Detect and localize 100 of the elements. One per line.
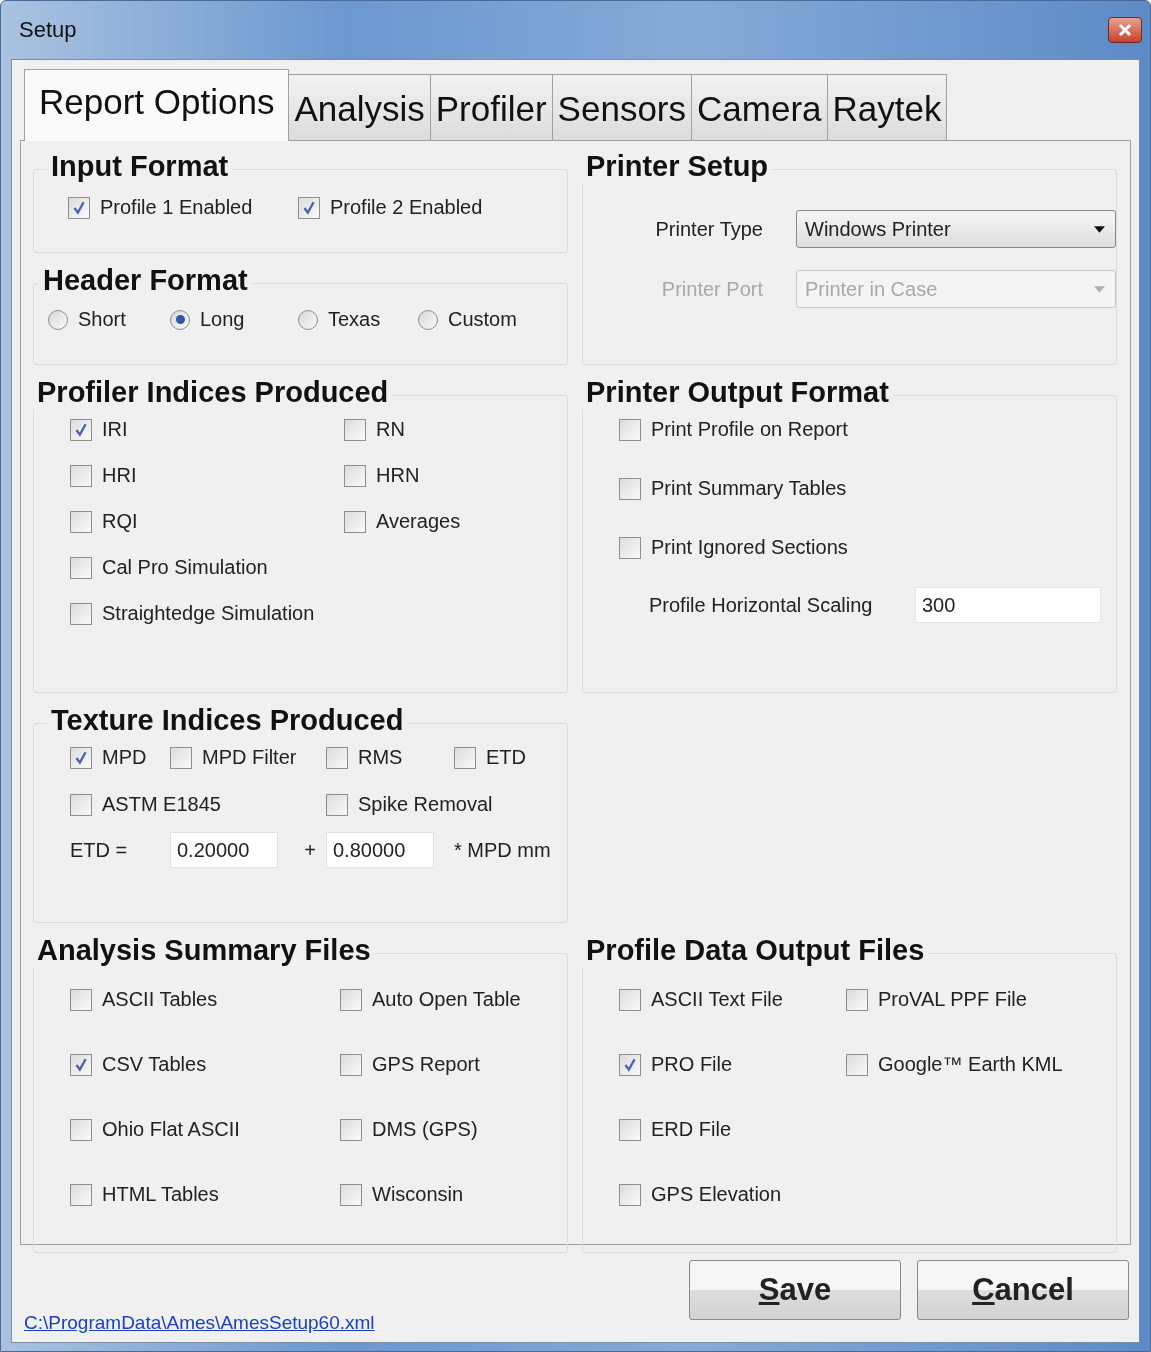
checkbox-label: HRN	[376, 464, 420, 487]
checkbox[interactable]	[70, 556, 92, 579]
checkbox[interactable]	[846, 1053, 868, 1076]
checkmark-icon	[73, 749, 89, 766]
checkbox[interactable]	[70, 1183, 92, 1206]
checkbox-label: CSV Tables	[102, 1053, 207, 1076]
field-label: * MPD mm	[454, 838, 551, 862]
window-title: Setup	[18, 17, 77, 43]
checkbox-label: MPD Filter	[202, 746, 297, 769]
caret-icon	[1094, 285, 1105, 293]
checkbox[interactable]	[846, 988, 868, 1011]
checkbox[interactable]	[70, 1053, 92, 1076]
file-path-link[interactable]: C:\ProgramData\Ames\AmesSetup60.xml	[24, 1312, 375, 1334]
checkbox[interactable]	[70, 988, 92, 1011]
checkbox[interactable]	[298, 196, 320, 219]
checkbox-label: ERD File	[651, 1118, 731, 1141]
close-icon	[1118, 24, 1132, 36]
checkbox[interactable]	[340, 1053, 362, 1076]
dialog-button[interactable]: Cancel	[917, 1260, 1129, 1320]
field-label: ETD =	[70, 838, 128, 862]
checkbox-label: ProVAL PPF File	[878, 988, 1027, 1011]
checkbox-label: IRI	[102, 418, 128, 441]
close-button[interactable]	[1108, 17, 1142, 43]
checkbox[interactable]	[70, 793, 92, 816]
checkbox-label: ASTM E1845	[102, 793, 221, 816]
checkbox-label: Wisconsin	[372, 1183, 464, 1206]
checkbox[interactable]	[619, 418, 641, 441]
radio-label: Custom	[448, 308, 517, 331]
checkbox[interactable]	[454, 746, 476, 769]
tab[interactable]: Raytek	[826, 74, 948, 140]
checkbox[interactable]	[340, 1118, 362, 1141]
radio-button[interactable]	[48, 309, 68, 330]
checkbox-label: MPD	[102, 746, 147, 769]
checkbox[interactable]	[70, 464, 92, 487]
checkmark-icon	[71, 199, 87, 216]
checkbox-label: Auto Open Table	[372, 988, 521, 1011]
radio-label: Texas	[328, 308, 381, 331]
checkbox-label: Profile 1 Enabled	[100, 196, 253, 219]
checkbox-label: Print Summary Tables	[651, 477, 847, 500]
checkbox[interactable]	[70, 510, 92, 533]
checkbox[interactable]	[619, 477, 641, 500]
checkbox-label: RQI	[102, 510, 138, 533]
checkbox[interactable]	[619, 536, 641, 559]
checkbox-label: HTML Tables	[102, 1183, 219, 1206]
checkmark-icon	[73, 421, 89, 438]
input-field[interactable]: 0.20000	[170, 832, 278, 868]
radio-button[interactable]	[298, 309, 318, 330]
checkbox[interactable]	[340, 988, 362, 1011]
checkbox[interactable]	[70, 418, 92, 441]
checkbox[interactable]	[68, 196, 90, 219]
radio-label: Long	[200, 308, 245, 331]
checkbox-label: Cal Pro Simulation	[102, 556, 268, 579]
checkbox-label: ETD	[486, 746, 526, 769]
checkbox[interactable]	[70, 602, 92, 625]
checkbox-label: PRO File	[651, 1053, 733, 1076]
field-label: +	[304, 838, 316, 862]
checkbox[interactable]	[619, 1053, 641, 1076]
checkbox[interactable]	[170, 746, 192, 769]
field-label: Printer Type	[655, 217, 763, 241]
dialog-button[interactable]: Save	[689, 1260, 901, 1320]
checkbox[interactable]	[70, 746, 92, 769]
checkbox-label: DMS (GPS)	[372, 1118, 478, 1141]
field-label: Printer Port	[661, 277, 763, 301]
checkbox-label: Print Ignored Sections	[651, 536, 848, 559]
caret-icon	[1094, 225, 1105, 233]
checkbox[interactable]	[326, 793, 348, 816]
checkbox-label: ASCII Tables	[102, 988, 218, 1011]
checkbox[interactable]	[340, 1183, 362, 1206]
checkmark-icon	[301, 199, 317, 216]
checkbox[interactable]	[344, 510, 366, 533]
dropdown[interactable]: Windows Printer	[796, 210, 1116, 248]
checkbox-label: Straightedge Simulation	[102, 602, 315, 625]
checkbox[interactable]	[619, 1118, 641, 1141]
checkmark-icon	[622, 1056, 638, 1073]
tab[interactable]: Analysis	[288, 74, 431, 140]
radio-label: Short	[78, 308, 126, 331]
checkbox-label: ASCII Text File	[651, 988, 783, 1011]
checkbox-label: Google™ Earth KML	[878, 1053, 1063, 1076]
checkbox[interactable]	[326, 746, 348, 769]
checkbox-label: Ohio Flat ASCII	[102, 1118, 240, 1141]
input-field[interactable]: 300	[915, 587, 1101, 623]
tab[interactable]: Profiler	[429, 74, 553, 140]
radio-button[interactable]	[170, 309, 190, 330]
checkbox[interactable]	[619, 988, 641, 1011]
checkbox-label: Print Profile on Report	[651, 418, 848, 441]
checkbox-label: Averages	[376, 510, 461, 533]
input-field[interactable]: 0.80000	[326, 832, 434, 868]
field-label: Profile Horizontal Scaling	[649, 593, 873, 617]
checkbox[interactable]	[619, 1183, 641, 1206]
checkbox[interactable]	[344, 418, 366, 441]
tab[interactable]: Report Options	[24, 69, 290, 141]
checkbox-label: GPS Report	[372, 1053, 480, 1076]
checkbox[interactable]	[344, 464, 366, 487]
radio-button[interactable]	[418, 309, 438, 330]
checkbox-label: GPS Elevation	[651, 1183, 782, 1206]
tab[interactable]: Sensors	[551, 74, 692, 140]
checkbox-label: HRI	[102, 464, 137, 487]
checkbox-label: RN	[376, 418, 405, 441]
checkbox[interactable]	[70, 1118, 92, 1141]
tab[interactable]: Camera	[691, 74, 828, 140]
